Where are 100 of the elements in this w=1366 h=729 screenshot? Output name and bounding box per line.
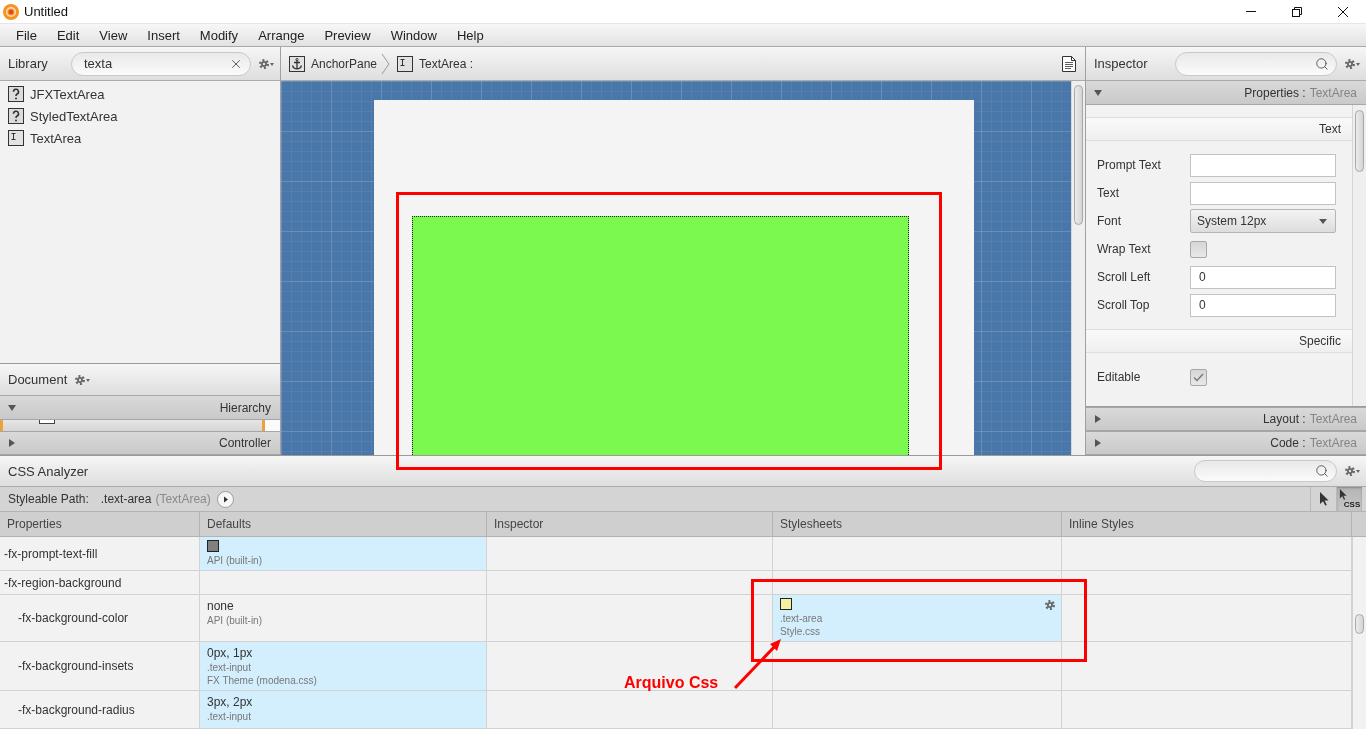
property-label: Font [1097,214,1122,228]
accordion-header[interactable]: Hierarchy [0,396,280,420]
checkmark-icon [1193,372,1204,382]
panel-title: Library [8,56,48,71]
text-field[interactable] [1190,153,1336,177]
window-title: Untitled [24,4,69,19]
document-icon[interactable] [1062,55,1076,72]
menu-item[interactable]: View [89,24,138,46]
search-icon[interactable] [1315,56,1329,71]
menu-item[interactable]: Insert [137,24,190,46]
property-label: Text [1097,186,1120,200]
property-label: Wrap Text [1097,242,1152,256]
scrollbar[interactable] [1071,81,1085,455]
property-name: -fx-prompt-text-fill [4,546,98,561]
property-name: -fx-background-insets [18,659,134,673]
expand-triangle-icon[interactable] [1094,415,1102,423]
minimize-icon [1246,11,1256,12]
property-name: -fx-background-radius [18,702,135,717]
settings-icon[interactable] [1345,466,1360,476]
callout-label: Arquivo Css [624,674,719,692]
settings-icon[interactable] [259,58,274,69]
text-field[interactable]: 0 [1190,293,1336,317]
text-field[interactable] [1190,181,1336,205]
breadcrumb-item[interactable]: AnchorPane [289,55,378,72]
play-icon[interactable] [216,490,234,508]
expand-triangle-icon[interactable] [1094,439,1102,447]
scrollbar[interactable] [1352,105,1366,406]
property-name: -fx-background-color [18,611,129,625]
collapse-triangle-icon[interactable] [1094,88,1102,97]
menu-item[interactable]: Preview [314,24,381,46]
scrollbar[interactable] [1352,537,1366,729]
column-header[interactable]: Inline Styles [1062,512,1352,536]
app-icon [3,3,19,20]
property-label: Scroll Left [1097,270,1152,284]
column-header[interactable]: Stylesheets [773,512,1062,536]
property-label: Scroll Top [1097,298,1151,312]
source-text: API (built-in) [207,614,262,627]
column-header[interactable]: Defaults [200,512,487,536]
scrollbar-thumb[interactable] [1355,614,1364,634]
section-band: Specific [1086,329,1352,353]
library-item[interactable]: JFXTextArea [0,83,280,105]
pointer-icon [1318,492,1329,506]
settings-icon[interactable] [1045,600,1055,610]
text-cursor-icon [397,55,414,72]
accordion-header[interactable]: Layout : TextArea [1086,407,1366,431]
library-item[interactable]: TextArea [0,127,280,149]
accordion-header[interactable]: Code : TextArea [1086,431,1366,455]
menu-item[interactable]: Help [446,24,494,46]
source-text: API (built-in) [207,554,262,567]
source-text: .text-input [207,710,251,723]
library-item[interactable]: StyledTextArea [0,105,280,127]
search-icon[interactable] [1315,464,1329,478]
search-field[interactable]: texta [71,51,251,76]
type-text: (TextArea) [155,492,211,506]
menu-item[interactable]: Edit [46,24,90,46]
table-cell[interactable]: API (built-in) [200,537,487,570]
menu-item[interactable]: Modify [189,24,249,46]
selector-text: .text-area [100,492,152,506]
restore-icon [1292,6,1302,17]
panel-title: CSS Analyzer [8,463,89,479]
settings-icon[interactable] [1345,58,1360,69]
search-field[interactable] [1194,460,1337,482]
column-header[interactable]: Properties [0,512,200,536]
font-dropdown[interactable]: System 12px [1190,209,1336,233]
table-cell[interactable]: .text-area Style.css [773,595,1062,641]
component-icon [39,420,55,424]
expand-triangle-icon[interactable] [8,439,16,447]
scrollbar-thumb[interactable] [1355,110,1364,172]
search-field[interactable] [1175,51,1337,76]
source-text: Style.css [780,625,820,638]
table-cell[interactable]: 3px, 2px .text-input [200,691,487,728]
settings-icon[interactable] [75,374,91,385]
question-mark-icon [8,108,24,124]
menu-item[interactable]: Window [380,24,447,46]
accordion-header[interactable]: Controller [0,431,280,455]
value-text: 3px, 2px [207,694,253,710]
menu-item[interactable]: File [6,24,47,46]
scrollbar-thumb[interactable] [1074,85,1083,225]
callout-arrow [733,637,783,691]
pick-mode-button[interactable]: CSS [1336,487,1362,511]
chevron-icon [381,52,391,75]
property-label: Editable [1097,370,1142,384]
source-text: .text-area [780,612,823,625]
text-field[interactable]: 0 [1190,265,1336,289]
section-band: Text [1086,117,1352,141]
path-label: Styleable Path: [8,492,89,506]
table-cell[interactable]: 0px, 1px .text-input FX Theme (modena.css) [200,642,487,690]
breadcrumb-item[interactable]: TextArea : [397,55,474,72]
property-name: -fx-region-background [4,575,122,590]
panel-title: Inspector [1094,56,1148,71]
menu-item[interactable]: Arrange [248,24,315,46]
column-header[interactable]: Inspector [487,512,773,536]
anchor-icon [289,55,305,72]
text-cursor-icon [8,130,24,146]
checkbox[interactable] [1190,240,1207,258]
accordion-header[interactable]: Properties : TextArea [1086,81,1366,105]
panel-title: Document [8,372,68,387]
checkbox[interactable] [1190,368,1207,386]
collapse-triangle-icon[interactable] [8,403,16,412]
property-label: Prompt Text [1097,158,1162,172]
